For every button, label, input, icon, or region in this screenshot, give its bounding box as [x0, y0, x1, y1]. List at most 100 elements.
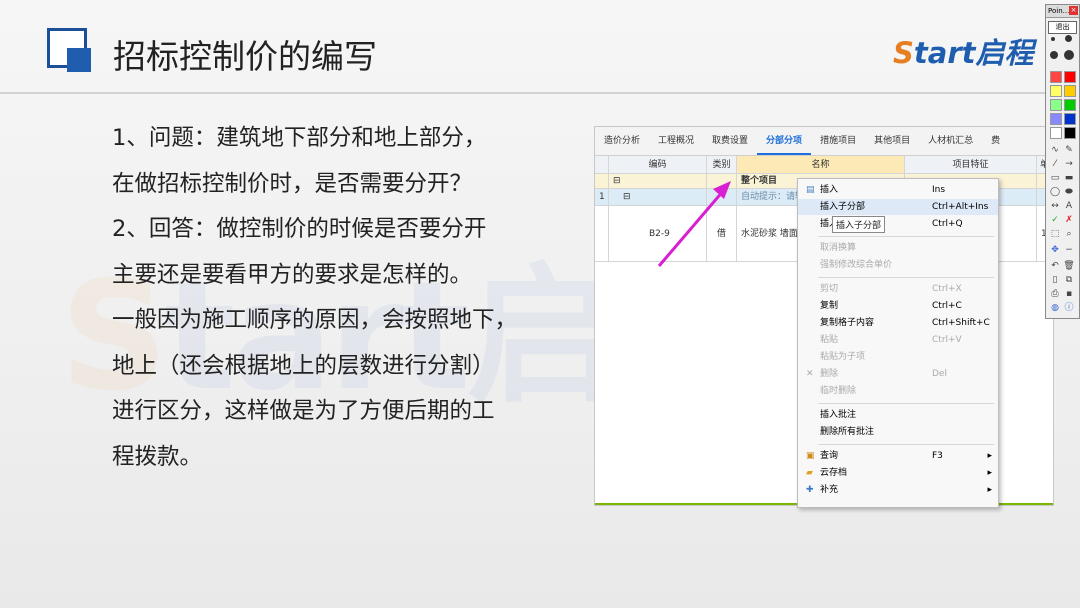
- color-swatch[interactable]: [1064, 113, 1076, 125]
- menu-label: 插入子分部: [820, 202, 866, 212]
- menu-item-delete-comments[interactable]: 删除所有批注: [798, 424, 998, 440]
- menu-item-force-edit-price[interactable]: 强制修改综合单价: [798, 257, 998, 273]
- menu-shortcut: Ctrl+V: [932, 335, 962, 345]
- menu-item-cloud-archive[interactable]: ▰ 云存档 ▸: [798, 465, 998, 481]
- cross-tool-icon[interactable]: ✗: [1063, 215, 1075, 226]
- tab-cost-analysis[interactable]: 造价分析: [595, 127, 649, 155]
- color-swatch[interactable]: [1064, 99, 1076, 111]
- table-header: 编码 类别 名称 项目特征 单: [595, 156, 1053, 174]
- row-code[interactable]: B2-9: [609, 206, 707, 262]
- color-swatch[interactable]: [1064, 85, 1076, 97]
- curve-tool-icon[interactable]: ∿: [1049, 145, 1061, 156]
- globe-icon[interactable]: ◍: [1049, 303, 1061, 314]
- menu-separator: [818, 236, 994, 237]
- tab-resource-summary[interactable]: 人材机汇总: [919, 127, 982, 155]
- double-arrow-tool-icon[interactable]: ↔: [1049, 201, 1061, 212]
- check-tool-icon[interactable]: ✓: [1049, 215, 1061, 226]
- body-line: 2、回答：做控制价的时候是否要分开: [112, 216, 487, 242]
- menu-item-insert-comment[interactable]: 插入批注: [798, 407, 998, 423]
- copy-icon[interactable]: ⧉: [1063, 275, 1075, 286]
- col-feature[interactable]: 项目特征: [905, 156, 1037, 174]
- close-icon[interactable]: ×: [1069, 6, 1078, 15]
- color-swatch[interactable]: [1050, 99, 1062, 111]
- menu-item-cut[interactable]: 剪切 Ctrl+X: [798, 281, 998, 297]
- menu-item-insert[interactable]: ▤ 插入 Ins: [798, 182, 998, 198]
- menu-item-copy[interactable]: 复制 Ctrl+C: [798, 298, 998, 314]
- menu-item-supplement[interactable]: ✚ 补充 ▸: [798, 482, 998, 498]
- col-type[interactable]: 类别: [707, 156, 737, 174]
- tab-fee[interactable]: 费: [982, 127, 1009, 155]
- menu-label: 补充: [820, 485, 839, 495]
- arrow-tool-icon[interactable]: →: [1063, 159, 1075, 170]
- logo-s: S: [893, 36, 914, 70]
- submenu-arrow-icon: ▸: [987, 485, 992, 495]
- col-code[interactable]: 编码: [609, 156, 707, 174]
- menu-label: 粘贴: [820, 335, 839, 345]
- pen-size-small-icon[interactable]: [1051, 37, 1055, 41]
- supplement-icon: ✚: [806, 485, 814, 495]
- menu-item-insert-2[interactable]: 插入 Ctrl+Q: [798, 216, 998, 232]
- exit-button[interactable]: 退出: [1048, 21, 1077, 34]
- row-num: 1: [595, 189, 609, 206]
- expand-toggle[interactable]: ⊟: [609, 174, 707, 189]
- color-swatch[interactable]: [1050, 71, 1062, 83]
- menu-shortcut: Ctrl+Q: [932, 219, 963, 229]
- tab-measures[interactable]: 措施项目: [811, 127, 865, 155]
- move-tool-icon[interactable]: ✥: [1049, 245, 1061, 256]
- color-swatch[interactable]: [1064, 127, 1076, 139]
- pen-size-medium-icon[interactable]: [1065, 35, 1072, 42]
- menu-shortcut: Ctrl+X: [932, 284, 962, 294]
- print-icon[interactable]: ⎙: [1049, 289, 1061, 300]
- ellipse-tool-icon[interactable]: ◯: [1049, 187, 1061, 198]
- tab-sub-items[interactable]: 分部分项: [757, 127, 812, 155]
- zoom-tool-icon[interactable]: ⌕: [1063, 229, 1075, 240]
- pen-size-xlarge-icon[interactable]: [1064, 50, 1074, 60]
- color-swatch[interactable]: [1050, 85, 1062, 97]
- color-swatch[interactable]: [1050, 113, 1062, 125]
- menu-label: 取消换算: [820, 243, 857, 253]
- brand-logo: Start启程: [893, 30, 1034, 72]
- menu-item-delete[interactable]: ✕ 删除 Del: [798, 366, 998, 382]
- pencil-tool-icon[interactable]: ✎: [1063, 145, 1075, 156]
- menu-item-cancel-conversion[interactable]: 取消换算: [798, 240, 998, 256]
- minus-tool-icon[interactable]: −: [1063, 245, 1075, 256]
- title-square-icon: [47, 28, 91, 72]
- info-icon[interactable]: ⓘ: [1063, 303, 1075, 314]
- select-tool-icon[interactable]: ⬚: [1049, 229, 1061, 240]
- tab-fee-settings[interactable]: 取费设置: [703, 127, 757, 155]
- row-type: [707, 174, 737, 189]
- menu-shortcut: Ctrl+C: [932, 301, 962, 311]
- menu-label: 插入: [820, 185, 839, 195]
- color-swatch[interactable]: [1050, 127, 1062, 139]
- color-swatch[interactable]: [1064, 71, 1076, 83]
- expand-toggle[interactable]: ⊟: [609, 189, 707, 206]
- text-tool-icon[interactable]: A: [1063, 201, 1075, 212]
- tab-project-overview[interactable]: 工程概况: [649, 127, 703, 155]
- trash-icon[interactable]: 🗑: [1063, 261, 1075, 272]
- submenu-arrow-icon: ▸: [987, 468, 992, 478]
- menu-label: 插入批注: [820, 410, 857, 420]
- cloud-folder-icon: ▰: [806, 468, 813, 478]
- menu-item-query[interactable]: ▣ 查询 F3 ▸: [798, 448, 998, 464]
- menu-item-paste-as-child[interactable]: 粘贴为子项: [798, 349, 998, 365]
- col-name[interactable]: 名称: [737, 156, 905, 174]
- menu-separator: [818, 403, 994, 404]
- filled-rectangle-tool-icon[interactable]: ▬: [1063, 173, 1075, 184]
- menu-item-temp-delete[interactable]: 临时删除: [798, 383, 998, 399]
- menu-item-insert-subsection[interactable]: 插入子分部 Ctrl+Alt+Ins: [798, 199, 998, 215]
- line-tool-icon[interactable]: ⁄: [1049, 159, 1061, 170]
- new-page-icon[interactable]: ▯: [1049, 275, 1061, 286]
- body-line: 地上（还会根据地上的层数进行分割）: [112, 352, 495, 379]
- logo-text: tart启程: [913, 36, 1034, 70]
- save-icon[interactable]: ▪: [1063, 289, 1075, 300]
- menu-item-paste[interactable]: 粘贴 Ctrl+V: [798, 332, 998, 348]
- undo-icon[interactable]: ↶: [1049, 261, 1061, 272]
- menu-shortcut: Ctrl+Alt+Ins: [932, 202, 989, 212]
- tab-other-items[interactable]: 其他项目: [865, 127, 919, 155]
- menu-label: 剪切: [820, 284, 839, 294]
- body-line: 程拨款。: [112, 443, 203, 470]
- rectangle-tool-icon[interactable]: ▭: [1049, 173, 1061, 184]
- pen-size-large-icon[interactable]: [1050, 51, 1058, 59]
- menu-item-copy-cell[interactable]: 复制格子内容 Ctrl+Shift+C: [798, 315, 998, 331]
- filled-ellipse-tool-icon[interactable]: ⬬: [1063, 187, 1075, 198]
